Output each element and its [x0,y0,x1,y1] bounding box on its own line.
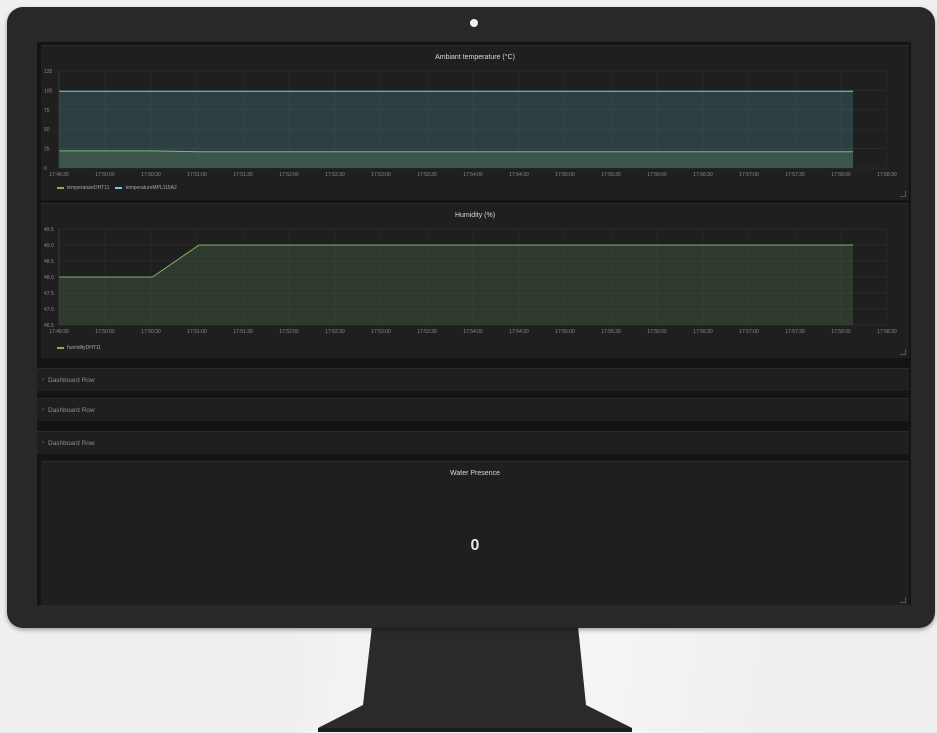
x-tick-label: 17:54:30 [509,172,529,178]
legend-swatch [115,187,123,189]
legend-label: temperatureDHT11 [67,185,110,191]
x-tick-label: 17:50:30 [141,329,161,335]
x-tick-label: 17:55:30 [601,329,621,335]
x-tick-label: 17:52:30 [325,329,345,335]
monitor-bezel: Ambiant temperature (°C) 0 25 50 75 100 125 17… [7,7,935,628]
x-tick-label: 17:56:00 [647,329,667,335]
row-label: Dashboard Row [48,439,95,447]
x-tick-label: 17:52:30 [325,172,345,178]
y-tick-label: 48.0 [44,275,54,281]
x-tick-label: 17:50:00 [95,329,115,335]
series-area [59,245,853,325]
x-tick-label: 17:54:00 [463,329,483,335]
x-tick-label: 17:58:00 [831,329,851,335]
y-tick-label: 75 [44,108,50,114]
x-tick-label: 17:51:00 [187,172,207,178]
legend-item-humiditydht11[interactable]: humidityDHT11 [57,345,101,351]
x-tick-label: 17:57:00 [739,329,759,335]
x-tick-label: 17:58:30 [877,172,897,178]
x-tick-label: 17:50:00 [95,172,115,178]
water-presence-title: Water Presence [450,470,500,477]
legend-swatch [57,187,64,189]
chevron-right-icon: › [42,377,44,383]
x-tick-label: 17:49:30 [49,329,69,335]
chevron-right-icon: › [42,407,44,413]
x-tick-label: 17:56:00 [647,172,667,178]
series-area [59,91,853,168]
water-presence-value: 0 [470,537,480,554]
x-tick-label: 17:58:30 [877,329,897,335]
x-tick-label: 17:52:00 [279,172,299,178]
x-tick-label: 17:50:30 [141,172,161,178]
x-tick-label: 17:57:30 [785,172,805,178]
y-tick-label: 47.0 [44,307,54,313]
y-tick-label: 49.5 [44,227,54,233]
x-tick-label: 17:49:30 [49,172,69,178]
legend-label: temperatureMPL115A2 [125,185,177,191]
water-presence-panel[interactable]: Water Presence 0 [41,461,909,605]
x-tick-label: 17:53:00 [371,329,391,335]
x-tick-label: 17:58:00 [831,172,851,178]
y-tick-label: 50 [44,127,50,133]
x-tick-label: 17:56:30 [693,172,713,178]
humidity-chart: 46.547.047.548.048.549.049.517:49:30 17:5… [44,227,897,335]
x-tick-label: 17:54:30 [509,329,529,335]
y-tick-label: 0 [44,166,47,172]
x-tick-label: 17:55:00 [555,172,575,178]
x-tick-label: 17:53:30 [417,172,437,178]
humidity-legend: humidityDHT11 [57,345,101,351]
resize-handle[interactable] [900,349,906,355]
x-tick-label: 17:55:30 [601,172,621,178]
y-tick-label: 100 [44,88,53,94]
y-tick-label: 125 [44,69,53,75]
temperature-chart: 0 25 50 75 100 125 17:49:30 17:50:00 17:50:30 17:… [44,69,897,178]
x-tick-label: 17:51:00 [187,329,207,335]
resize-handle[interactable] [900,191,906,197]
x-tick-label: 17:53:00 [371,172,391,178]
humidity-panel[interactable]: Humidity (%) 46.5 47.0 47.5 48.0 48.5 49.0 49.… [41,203,909,358]
y-tick-label: 48.5 [44,259,54,265]
x-tick-label: 17:52:00 [279,329,299,335]
dashboard-row-collapsed[interactable]: › Dashboard Row [37,398,909,421]
x-tick-label: 17:55:00 [555,329,575,335]
y-tick-label: 49.0 [44,243,54,249]
x-tick-label: 17:57:00 [739,172,759,178]
resize-handle[interactable] [900,597,906,603]
x-tick-label: 17:54:00 [463,172,483,178]
legend-swatch [57,347,64,349]
x-tick-label: 17:56:30 [693,329,713,335]
legend-label: humidityDHT11 [67,345,102,351]
temperature-legend: temperatureDHT11 temperatureMPL115A2 [57,185,177,191]
y-tick-label: 47.5 [44,291,54,297]
x-tick-label: 17:51:30 [233,172,253,178]
temperature-panel[interactable]: Ambiant temperature (°C) 0 25 50 75 100 125 17… [41,45,909,200]
dashboard-screen: Ambiant temperature (°C) 0 25 50 75 100 125 17… [37,42,911,605]
x-tick-label: 17:53:30 [417,329,437,335]
chevron-right-icon: › [42,440,44,446]
legend-item-temperaturempl115a2[interactable]: temperatureMPL115A2 [115,185,177,191]
legend-item-temperaturedht11[interactable]: temperatureDHT11 [57,185,109,191]
dashboard-row-collapsed[interactable]: › Dashboard Row [37,368,909,391]
row-label: Dashboard Row [48,406,95,414]
y-tick-label: 25 [44,147,50,153]
x-tick-label: 17:57:30 [785,329,805,335]
camera-dot [470,19,478,27]
x-tick-label: 17:51:30 [233,329,253,335]
dashboard-row-collapsed[interactable]: › Dashboard Row [37,431,909,454]
row-label: Dashboard Row [48,376,95,384]
